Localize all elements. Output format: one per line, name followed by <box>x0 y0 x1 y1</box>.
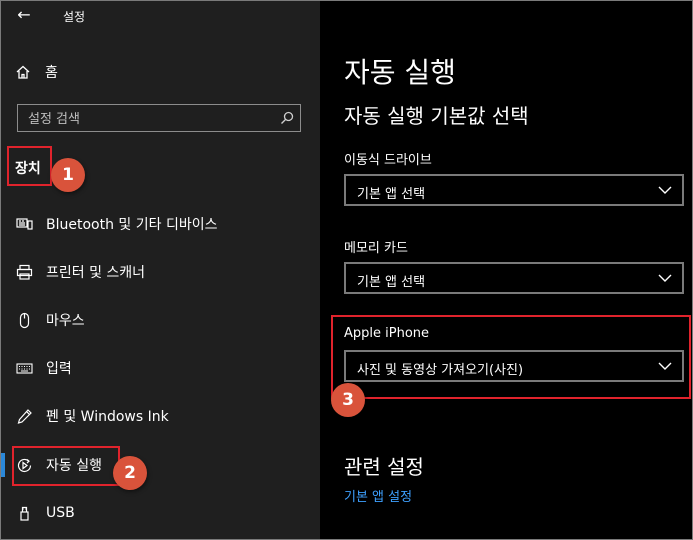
sidebar-item-home[interactable]: 홈 <box>15 59 58 85</box>
chevron-down-icon <box>658 186 672 194</box>
sidebar-item-pen[interactable]: 펜 및 Windows Ink <box>15 403 169 429</box>
memory-card-label: 메모리 카드 <box>344 241 408 256</box>
select-value: 기본 앱 선택 <box>357 187 426 202</box>
usb-icon <box>15 504 33 522</box>
sidebar-item-usb[interactable]: USB <box>15 500 75 526</box>
search-box[interactable] <box>17 104 301 132</box>
keyboard-icon <box>15 359 33 377</box>
sidebar-item-label: 프린터 및 스캐너 <box>46 265 146 281</box>
home-label: 홈 <box>45 65 58 81</box>
sidebar-item-input[interactable]: 입력 <box>15 355 72 381</box>
section-heading: 자동 실행 기본값 선택 <box>344 104 529 128</box>
chevron-down-icon <box>658 274 672 282</box>
default-apps-link[interactable]: 기본 앱 설정 <box>344 486 412 505</box>
step-badge-1: 1 <box>51 158 85 192</box>
step-badge-3: 3 <box>331 383 365 417</box>
highlight-box-autoplay <box>12 446 120 486</box>
sidebar-item-label: 마우스 <box>46 313 85 329</box>
highlight-box-iphone <box>331 315 691 399</box>
sidebar-item-label: 펜 및 Windows Ink <box>46 409 169 425</box>
mouse-icon <box>15 311 33 329</box>
title-bar: ← 설정 <box>1 1 320 33</box>
window-title: 설정 <box>63 10 86 24</box>
sidebar-item-label: 입력 <box>46 361 72 377</box>
sidebar-item-label: Bluetooth 및 기타 디바이스 <box>46 217 218 233</box>
page-title: 자동 실행 <box>344 56 456 89</box>
pen-icon <box>15 407 33 425</box>
highlight-box-devices <box>7 146 52 186</box>
back-arrow-icon[interactable]: ← <box>11 3 37 27</box>
related-settings-heading: 관련 설정 <box>344 455 424 479</box>
memory-card-select[interactable]: 기본 앱 선택 <box>344 262 684 294</box>
select-value: 기본 앱 선택 <box>357 275 426 290</box>
sidebar-item-mouse[interactable]: 마우스 <box>15 307 85 333</box>
search-icon[interactable] <box>280 111 294 125</box>
home-icon <box>16 65 30 79</box>
printer-icon <box>15 263 33 281</box>
search-input[interactable] <box>26 108 280 130</box>
sidebar-item-bluetooth[interactable]: Bluetooth 및 기타 디바이스 <box>15 211 217 237</box>
bluetooth-devices-icon <box>15 215 33 233</box>
active-indicator <box>1 453 5 477</box>
main-content: 자동 실행 자동 실행 기본값 선택 이동식 드라이브 기본 앱 선택 메모리 … <box>320 1 692 539</box>
sidebar-item-printers[interactable]: 프린터 및 스캐너 <box>15 259 145 285</box>
sidebar-item-label: USB <box>46 505 75 521</box>
removable-drive-label: 이동식 드라이브 <box>344 153 432 168</box>
step-badge-2: 2 <box>113 456 147 490</box>
removable-drive-select[interactable]: 기본 앱 선택 <box>344 174 684 206</box>
settings-window: ← 설정 홈 장치 Bluetooth 및 기타 디바이스 <box>0 0 693 540</box>
